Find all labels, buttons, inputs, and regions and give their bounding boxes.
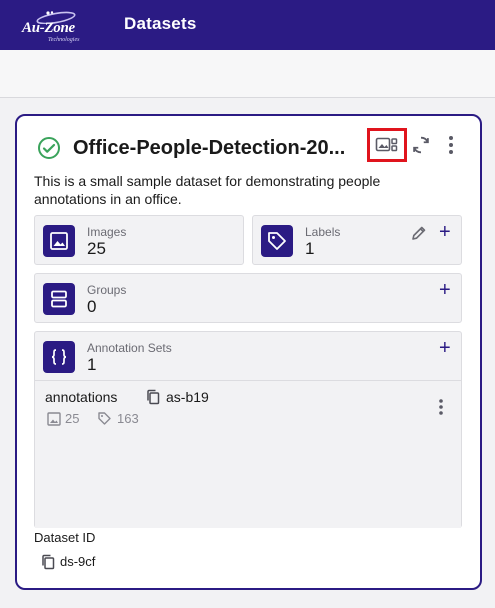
annotation-set-name: annotations (45, 389, 118, 405)
page-title: Datasets (124, 14, 197, 33)
annotation-sets-label: Annotation Sets (87, 341, 172, 355)
images-tile[interactable]: Images 25 (34, 215, 244, 265)
annotation-set-id: as-b19 (166, 389, 209, 405)
dataset-title[interactable]: Office-People-Detection-20... (73, 137, 345, 160)
annotation-set-menu-button[interactable] (429, 395, 453, 419)
annotation-image-count: 25 (47, 411, 79, 426)
sync-icon (413, 136, 429, 154)
annotation-image-count-value: 25 (65, 411, 80, 426)
tag-small-icon (98, 412, 111, 425)
label-tag-icon (261, 225, 293, 257)
images-count: 25 (87, 239, 106, 258)
copy-icon[interactable] (41, 554, 55, 570)
groups-icon (43, 283, 75, 315)
labels-label: Labels (305, 225, 341, 239)
images-label: Images (87, 225, 127, 239)
curly-braces-icon (43, 341, 75, 373)
edit-pencil-icon[interactable] (411, 225, 427, 241)
copy-icon[interactable] (146, 389, 160, 405)
groups-tile[interactable]: Groups 0 + (34, 273, 462, 323)
groups-count: 0 (87, 297, 97, 316)
annotation-sets-tile: Annotation Sets 1 + annotations as-b19 2… (34, 331, 462, 528)
labels-count: 1 (305, 239, 315, 258)
labels-tile[interactable]: Labels 1 + (252, 215, 462, 265)
image-icon (43, 225, 75, 257)
app-header: Au-Zone Technologies Datasets (0, 0, 495, 50)
add-group-button[interactable]: + (439, 280, 451, 300)
dataset-id-label: Dataset ID (34, 530, 96, 545)
more-vert-icon (439, 399, 443, 415)
add-annotation-set-button[interactable]: + (439, 338, 451, 358)
add-label-button[interactable]: + (439, 222, 451, 242)
gallery-view-button[interactable] (367, 128, 407, 162)
annotation-label-count-value: 163 (117, 411, 139, 426)
image-small-icon (47, 411, 61, 426)
more-options-button[interactable] (439, 133, 463, 157)
logo-text: Au-Zone (22, 20, 75, 36)
annotation-sets-count: 1 (87, 355, 97, 374)
dataset-description: This is a small sample dataset for demon… (34, 173, 381, 207)
more-vert-icon (449, 136, 453, 154)
logo-subtext: Technologies (48, 37, 80, 43)
dataset-card[interactable]: Office-People-Detection-20... This is a … (15, 114, 482, 590)
groups-label: Groups (87, 283, 127, 297)
au-zone-logo[interactable]: Au-Zone Technologies (18, 6, 82, 44)
sync-button[interactable] (409, 133, 433, 157)
check-circle-icon (38, 137, 60, 159)
dataset-id-value: ds-9cf (60, 554, 96, 569)
annotation-set-item[interactable]: annotations as-b19 25 163 (35, 380, 461, 528)
gallery-icon (375, 137, 398, 152)
toolbar-strip (0, 50, 495, 98)
annotation-label-count: 163 (97, 411, 139, 426)
